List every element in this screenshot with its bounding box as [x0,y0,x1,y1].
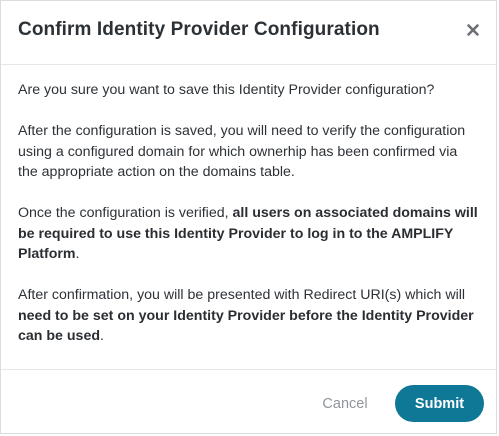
redirect-uri-note-prefix: After confirmation, you will be presente… [18,287,466,303]
dialog-header: Confirm Identity Provider Configuration [1,1,496,65]
submit-button[interactable]: Submit [395,385,484,422]
verify-instructions: After the configuration is saved, you wi… [18,123,466,180]
confirm-question: Are you sure you want to save this Ident… [18,82,435,98]
close-button[interactable] [462,19,484,41]
redirect-uri-note-suffix: . [100,328,104,344]
cancel-button[interactable]: Cancel [311,387,379,421]
verification-warning-suffix: . [75,246,80,262]
dialog-title: Confirm Identity Provider Configuration [18,19,380,40]
redirect-uri-note-emphasis: need to be set on your Identity Provider… [18,307,474,345]
verification-warning: Once the configuration is verified, all … [18,203,480,265]
verification-warning-prefix: Once the configuration is verified, [18,205,233,221]
close-icon [462,19,484,41]
confirm-dialog: Confirm Identity Provider Configuration … [0,0,497,434]
dialog-footer: Cancel Submit [1,369,496,435]
redirect-uri-note: After confirmation, you will be presente… [18,285,480,347]
dialog-body: Are you sure you want to save this Ident… [18,80,480,347]
